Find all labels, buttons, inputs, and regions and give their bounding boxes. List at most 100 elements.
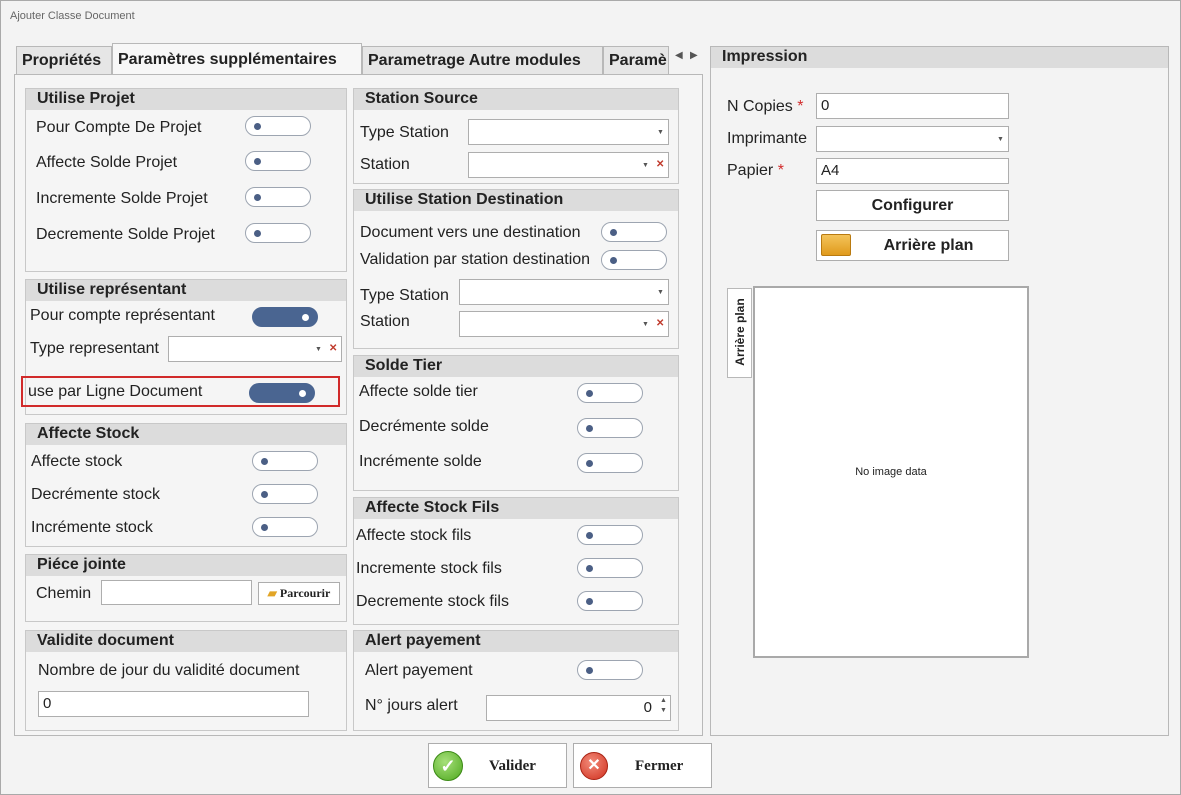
validite-input[interactable]: 0 [38, 691, 309, 717]
toggle-incremente-solde-projet[interactable] [245, 187, 311, 207]
toggle-label: Decremente stock fils [356, 593, 509, 610]
background-image-preview: No image data [753, 286, 1029, 658]
group-title: Utilise Projet [26, 89, 346, 110]
tab-scroll-right-icon[interactable]: ▶ [690, 50, 698, 61]
field-label: Station [360, 156, 410, 173]
chevron-down-icon[interactable]: ▼ [657, 289, 664, 296]
valider-button[interactable]: ✓ Valider [428, 743, 567, 788]
field-label: N Copies * [727, 98, 804, 115]
group-title: Station Source [354, 89, 678, 110]
toggle-label: Affecte solde tier [359, 383, 478, 400]
field-label: Nombre de jour du validité document [38, 662, 300, 679]
chevron-down-icon[interactable]: ▼ [657, 129, 664, 136]
toggle-affecte-stock[interactable] [252, 451, 318, 471]
field-label: Type Station [360, 287, 449, 304]
toggle-incremente-stock[interactable] [252, 517, 318, 537]
valider-label: Valider [489, 758, 536, 774]
toggle-document-destination[interactable] [601, 222, 667, 242]
imprimante-combo[interactable] [816, 126, 1009, 152]
toggle-decremente-stock-fils[interactable] [577, 591, 643, 611]
no-image-text: No image data [855, 466, 927, 478]
tab-scroll-left-icon[interactable]: ◀ [675, 50, 683, 61]
toggle-label: Decrémente solde [359, 418, 489, 435]
toggle-label: Pour compte représentant [30, 307, 215, 324]
group-title: Affecte Stock Fils [354, 498, 678, 519]
toggle-incremente-solde[interactable] [577, 453, 643, 473]
side-tab-label: Arrière plan [733, 298, 747, 366]
toggle-label: Affecte Solde Projet [36, 154, 178, 171]
tab-parametres-more[interactable]: Paramè [603, 46, 669, 74]
toggle-decremente-solde[interactable] [577, 418, 643, 438]
fermer-button[interactable]: ✕ Fermer [573, 743, 712, 788]
toggle-label: Incrémente stock [31, 519, 153, 536]
toggle-label: Incremente stock fils [356, 560, 502, 577]
chemin-input[interactable] [101, 580, 252, 605]
chevron-down-icon[interactable]: ▼ [997, 136, 1004, 143]
toggle-pour-compte-projet[interactable] [245, 116, 311, 136]
toggle-label: Incrémente solde [359, 453, 482, 470]
toggle-incremente-stock-fils[interactable] [577, 558, 643, 578]
toggle-pour-compte-representant[interactable] [252, 307, 318, 327]
arriere-plan-button[interactable]: Arrière plan [816, 230, 1009, 261]
field-label: Imprimante [727, 130, 808, 147]
copies-input[interactable]: 0 [816, 93, 1009, 119]
chevron-down-icon[interactable]: ▼ [642, 162, 649, 169]
close-icon: ✕ [580, 752, 608, 780]
arriere-plan-label: Arrière plan [883, 237, 974, 254]
toggle-label: use par Ligne Document [28, 383, 203, 400]
papier-input[interactable]: A4 [816, 158, 1009, 184]
group-title: Utilise représentant [26, 280, 346, 301]
toggle-label: Document vers une destination [360, 224, 581, 241]
window-title: Ajouter Classe Document [10, 10, 135, 22]
folder-icon: ▰ [267, 586, 277, 600]
group-title: Solde Tier [354, 356, 678, 377]
toggle-label: Decremente Solde Projet [36, 226, 215, 243]
toggle-decremente-solde-projet[interactable] [245, 223, 311, 243]
toggle-label: Affecte stock fils [356, 527, 472, 544]
configurer-button[interactable]: Configurer [816, 190, 1009, 221]
toggle-par-ligne-document[interactable] [249, 383, 315, 403]
station-source-combo[interactable] [468, 152, 669, 178]
tab-parametres-supplementaires[interactable]: Paramètres supplémentaires [112, 43, 362, 75]
side-tab-arriere-plan[interactable]: Arrière plan [727, 288, 752, 378]
spinner-arrows-icon[interactable]: ▲ ▼ [660, 696, 667, 716]
field-label: N° jours alert [365, 697, 458, 714]
group-title: Alert payement [354, 631, 678, 652]
type-station-source-combo[interactable] [468, 119, 669, 145]
toggle-decremente-stock[interactable] [252, 484, 318, 504]
panel-title: Impression [711, 47, 1168, 68]
toggle-validation-destination[interactable] [601, 250, 667, 270]
clear-icon[interactable]: ✕ [329, 343, 337, 354]
toggle-affecte-stock-fils[interactable] [577, 525, 643, 545]
chevron-down-icon[interactable]: ▼ [642, 321, 649, 328]
parcourir-button[interactable]: ▰ Parcourir [258, 582, 340, 605]
field-label: Station [360, 313, 410, 330]
tab-parametrage-autre-modules[interactable]: Parametrage Autre modules [362, 46, 603, 74]
group-title: Validite document [26, 631, 346, 652]
group-title: Utilise Station Destination [354, 190, 678, 211]
toggle-affecte-solde-tier[interactable] [577, 383, 643, 403]
jours-alert-spinner[interactable]: 0 [486, 695, 671, 721]
parcourir-label: Parcourir [279, 586, 331, 600]
group-title: Affecte Stock [26, 424, 346, 445]
folder-icon [821, 234, 851, 256]
field-label: Type Station [360, 124, 449, 141]
toggle-affecte-solde-projet[interactable] [245, 151, 311, 171]
field-label: Type representant [30, 340, 159, 357]
field-label: Papier * [727, 162, 784, 179]
toggle-alert-payement[interactable] [577, 660, 643, 680]
toggle-label: Pour Compte De Projet [36, 119, 202, 136]
type-station-dest-combo[interactable] [459, 279, 669, 305]
clear-icon[interactable]: ✕ [656, 318, 664, 329]
station-dest-combo[interactable] [459, 311, 669, 337]
toggle-label: Affecte stock [31, 453, 123, 470]
toggle-label: Alert payement [365, 662, 473, 679]
tab-proprietes[interactable]: Propriétés [16, 46, 112, 74]
check-icon: ✓ [433, 751, 463, 781]
clear-icon[interactable]: ✕ [656, 159, 664, 170]
toggle-label: Decrémente stock [31, 486, 160, 503]
group-title: Piéce jointe [26, 555, 346, 576]
fermer-label: Fermer [635, 758, 684, 774]
chevron-down-icon[interactable]: ▼ [315, 346, 322, 353]
toggle-label: Validation par station destination [360, 251, 591, 268]
